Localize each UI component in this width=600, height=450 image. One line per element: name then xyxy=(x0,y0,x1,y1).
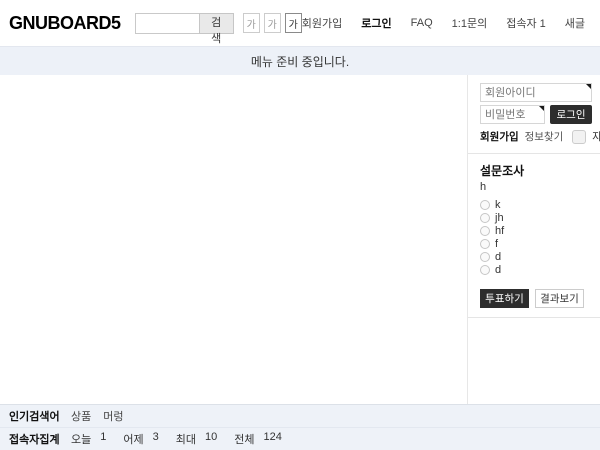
vote-button[interactable]: 투표하기 xyxy=(480,289,529,308)
header: GNUBOARD5 검색 가 가 가 회원가입 로그인 FAQ 1:1문의 접속… xyxy=(0,0,600,46)
nav-connected-users[interactable]: 접속자 1 xyxy=(506,15,546,31)
poll-option: f xyxy=(480,237,592,250)
stat-total: 전체 124 xyxy=(234,431,282,447)
password-field-wrap xyxy=(480,105,545,124)
password-row: 로그인 xyxy=(480,105,592,124)
visitor-stats: 오늘 1 어제 3 최대 10 전체 124 xyxy=(71,431,299,447)
site-logo[interactable]: GNUBOARD5 xyxy=(9,13,121,34)
poll-option-label: d xyxy=(495,264,501,276)
password-input[interactable] xyxy=(480,105,545,124)
font-size-medium-button[interactable]: 가 xyxy=(264,13,281,33)
footer: 인기검색어 상품 머렁 접속자집계 오늘 1 어제 3 최대 10 xyxy=(0,405,600,450)
poll-option-label: k xyxy=(495,199,501,211)
poll-radio[interactable] xyxy=(480,252,490,262)
popular-keyword[interactable]: 상품 xyxy=(71,408,91,424)
poll-results-button[interactable]: 결과보기 xyxy=(535,289,584,308)
nav-login[interactable]: 로그인 xyxy=(361,15,391,31)
auto-login-label: 자동로그인 xyxy=(592,129,600,144)
stat-name: 전체 xyxy=(234,431,254,447)
font-size-small-button[interactable]: 가 xyxy=(243,13,260,33)
stat-max: 최대 10 xyxy=(176,431,218,447)
sidebar-divider xyxy=(468,153,600,154)
stat-yesterday: 어제 3 xyxy=(123,431,158,447)
poll-box: 설문조사 h k jh hf f xyxy=(480,162,592,308)
stat-name: 어제 xyxy=(123,431,143,447)
poll-radio[interactable] xyxy=(480,200,490,210)
poll-option: jh xyxy=(480,211,592,224)
nav-register[interactable]: 회원가입 xyxy=(302,15,342,31)
nav-inquiry[interactable]: 1:1문의 xyxy=(452,15,488,31)
stat-today: 오늘 1 xyxy=(71,431,106,447)
content: 로그인 회원가입 정보찾기 자동로그인 설문조사 h k xyxy=(0,75,600,405)
sidebar-divider xyxy=(468,317,600,318)
poll-buttons: 투표하기 결과보기 xyxy=(480,289,592,308)
popular-search-label: 인기검색어 xyxy=(9,408,66,424)
search-bar: 검색 xyxy=(135,13,234,34)
nav-new-posts[interactable]: 새글 xyxy=(565,15,585,31)
visitor-stats-row: 접속자집계 오늘 1 어제 3 최대 10 전체 124 xyxy=(0,428,600,450)
poll-option: hf xyxy=(480,224,592,237)
register-link[interactable]: 회원가입 xyxy=(480,129,519,144)
member-id-field-wrap xyxy=(480,83,592,102)
poll-option-label: f xyxy=(495,238,498,250)
required-marker-icon xyxy=(539,106,544,111)
sidebar: 로그인 회원가입 정보찾기 자동로그인 설문조사 h k xyxy=(468,75,600,404)
search-input[interactable] xyxy=(135,13,199,34)
popular-keyword[interactable]: 머렁 xyxy=(103,408,123,424)
font-size-controls: 가 가 가 xyxy=(243,13,302,33)
poll-option: d xyxy=(480,250,592,263)
poll-radio[interactable] xyxy=(480,239,490,249)
stat-name: 최대 xyxy=(176,431,196,447)
notice-bar: 메뉴 준비 중입니다. xyxy=(0,46,600,75)
main-empty-area xyxy=(0,75,468,404)
poll-radio[interactable] xyxy=(480,226,490,236)
nav-faq[interactable]: FAQ xyxy=(411,17,433,29)
stat-value: 3 xyxy=(153,431,159,447)
poll-option-label: d xyxy=(495,251,501,263)
poll-title: 설문조사 xyxy=(480,162,592,179)
stat-value: 124 xyxy=(264,431,282,447)
auto-login-checkbox[interactable] xyxy=(572,130,586,144)
popular-keywords: 상품 머렁 xyxy=(71,408,124,424)
poll-radio[interactable] xyxy=(480,213,490,223)
poll-option-label: jh xyxy=(495,212,504,224)
font-size-large-button[interactable]: 가 xyxy=(285,13,302,33)
login-links: 회원가입 정보찾기 자동로그인 xyxy=(480,129,592,144)
member-id-input[interactable] xyxy=(480,83,592,102)
poll-radio[interactable] xyxy=(480,265,490,275)
stat-value: 10 xyxy=(205,431,217,447)
stat-name: 오늘 xyxy=(71,431,91,447)
poll-option: k xyxy=(480,198,592,211)
poll-option-label: hf xyxy=(495,225,504,237)
visitor-stats-label: 접속자집계 xyxy=(9,431,66,447)
notice-message: 메뉴 준비 중입니다. xyxy=(251,53,349,70)
top-nav: 회원가입 로그인 FAQ 1:1문의 접속자 1 새글 xyxy=(302,15,591,31)
stat-value: 1 xyxy=(100,431,106,447)
search-button[interactable]: 검색 xyxy=(199,13,234,34)
login-button[interactable]: 로그인 xyxy=(550,105,592,124)
required-marker-icon xyxy=(586,84,591,89)
page: GNUBOARD5 검색 가 가 가 회원가입 로그인 FAQ 1:1문의 접속… xyxy=(0,0,600,450)
poll-option: d xyxy=(480,263,592,276)
popular-search-row: 인기검색어 상품 머렁 xyxy=(0,405,600,428)
poll-question: h xyxy=(480,181,592,193)
find-info-link[interactable]: 정보찾기 xyxy=(525,129,564,144)
login-box: 로그인 회원가입 정보찾기 자동로그인 xyxy=(480,83,592,144)
